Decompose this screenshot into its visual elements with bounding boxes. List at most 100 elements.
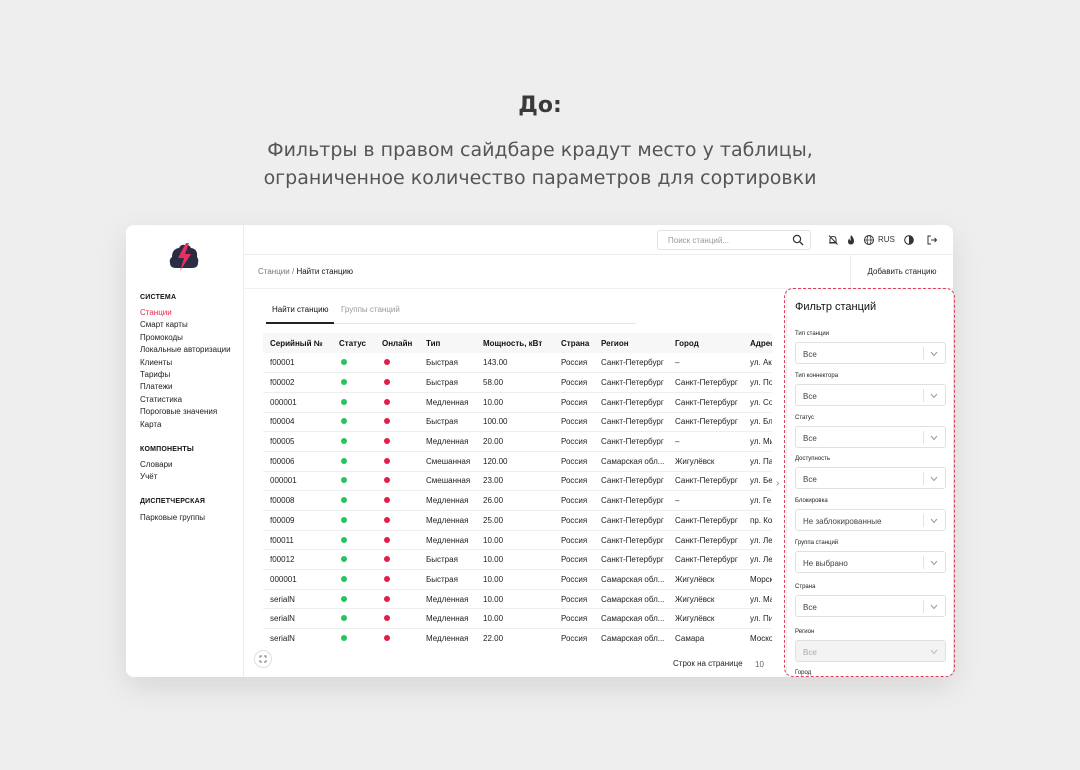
topbar: Поиск станций... RUS: [244, 225, 953, 255]
cell-type: Быстрая: [419, 569, 476, 590]
chevron-down-icon: [930, 351, 938, 357]
col-status[interactable]: Статус: [332, 333, 375, 353]
logout-icon[interactable]: [926, 234, 938, 246]
cell-country: Россия: [554, 530, 594, 551]
filter-select-status[interactable]: Все: [795, 425, 946, 448]
cell-address: ул. По: [743, 372, 772, 393]
sidebar-item-smart-cards[interactable]: Смарт карты: [140, 319, 231, 331]
sidebar-item-tariffs[interactable]: Тарифы: [140, 369, 231, 381]
cell-type: Смешанная: [419, 451, 476, 472]
filter-select-value: Не выбрано: [803, 559, 848, 568]
search-icon[interactable]: [792, 234, 804, 246]
status-dot: [341, 595, 347, 602]
table-row[interactable]: f00001 Быстрая 143.00 Россия Санкт-Петербург…: [263, 353, 772, 374]
flame-icon[interactable]: [845, 234, 857, 246]
col-online[interactable]: Онлайн: [375, 333, 419, 353]
table-row[interactable]: serialN Медленная 10.00 Россия Самарская обл…: [263, 608, 772, 630]
col-type[interactable]: Тип: [419, 333, 476, 353]
status-dot: [341, 438, 347, 445]
cell-region: Санкт-Петербург: [594, 392, 668, 413]
sidebar-item-statistics[interactable]: Статистика: [140, 394, 231, 406]
filter-select-connector-type[interactable]: Все: [795, 383, 946, 406]
filter-label-connector-type: Тип коннектора: [795, 372, 839, 379]
brand-logo[interactable]: [166, 241, 202, 273]
status-dot: [341, 477, 347, 484]
filter-label-region: Регион: [795, 628, 815, 635]
cell-address: ул. Па: [743, 451, 772, 472]
theme-toggle-icon[interactable]: [903, 234, 915, 246]
table-row[interactable]: 000001 Смешанная 23.00 Россия Санкт-Петербур…: [263, 471, 772, 492]
cell-type: Медленная: [419, 628, 476, 648]
online-dot: [384, 477, 390, 484]
cell-country: Россия: [554, 372, 594, 393]
table-row[interactable]: f00005 Медленная 20.00 Россия Санкт-Петербур…: [263, 431, 772, 452]
col-address[interactable]: Адрес: [743, 333, 772, 353]
cell-type: Медленная: [419, 431, 476, 452]
table-row[interactable]: f00002 Быстрая 58.00 Россия Санкт-Петербург С…: [263, 372, 772, 393]
tab-find-station[interactable]: Найти станцию: [272, 305, 329, 314]
sidebar-item-clients[interactable]: Клиенты: [140, 357, 231, 369]
expand-icon: [259, 655, 267, 663]
sidebar-item-payments[interactable]: Платежи: [140, 381, 231, 393]
cell-serial: f00005: [263, 431, 332, 452]
online-dot: [384, 634, 390, 641]
sidebar-item-park-groups[interactable]: Парковые группы: [140, 512, 205, 524]
bell-off-icon[interactable]: [827, 234, 839, 246]
status-dot: [341, 379, 347, 386]
collapse-filter-chevron-icon[interactable]: ›: [776, 478, 779, 489]
col-serial[interactable]: Серийный №: [263, 333, 332, 353]
table-row[interactable]: f00008 Медленная 26.00 Россия Санкт-Петербур…: [263, 490, 772, 511]
add-station-button[interactable]: Добавить станцию: [850, 255, 953, 289]
table-row[interactable]: 000001 Быстрая 10.00 Россия Самарская обл...…: [263, 569, 772, 590]
cell-address: Морск: [743, 569, 772, 590]
sidebar-item-thresholds[interactable]: Пороговые значения: [140, 406, 231, 418]
col-region[interactable]: Регион: [594, 333, 668, 353]
cell-city: Жигулёвск: [668, 569, 743, 590]
sidebar-item-promocodes[interactable]: Промокоды: [140, 332, 231, 344]
cell-status: [332, 431, 375, 452]
sidebar-item-local-auth[interactable]: Локальные авторизации: [140, 344, 231, 356]
filter-select-separator: [923, 556, 924, 569]
filter-select-station-group[interactable]: Не выбрано: [795, 551, 946, 573]
table-row[interactable]: f00012 Быстрая 10.00 Россия Санкт-Петербург С…: [263, 549, 772, 571]
search-input[interactable]: Поиск станций...: [657, 230, 811, 250]
filter-select-blocking[interactable]: Не заблокированные: [795, 509, 946, 532]
filter-select-separator: [923, 514, 924, 528]
sidebar-item-stations[interactable]: Станции: [140, 307, 231, 319]
table-row[interactable]: f00011 Медленная 10.00 Россия Санкт-Петербур…: [263, 530, 772, 551]
status-dot: [341, 556, 347, 563]
breadcrumb-root[interactable]: Станции: [258, 267, 290, 276]
table-row[interactable]: 000001 Медленная 10.00 Россия Санкт-Петербур…: [263, 392, 772, 413]
nav-section-system: СИСТЕМА: [140, 294, 177, 301]
col-country[interactable]: Страна: [554, 333, 594, 353]
col-power[interactable]: Мощность, кВт: [476, 333, 554, 353]
table-row[interactable]: f00004 Быстрая 100.00 Россия Санкт-Петербург…: [263, 412, 772, 433]
expand-button[interactable]: [254, 650, 272, 668]
col-city[interactable]: Город: [668, 333, 743, 353]
table-row[interactable]: f00006 Смешанная 120.00 Россия Самарская обл…: [263, 451, 772, 472]
cell-country: Россия: [554, 431, 594, 452]
filter-select-country[interactable]: Все: [795, 594, 946, 617]
filter-select-station-type[interactable]: Все: [795, 342, 946, 364]
sidebar-item-dictionaries[interactable]: Словари: [140, 459, 173, 471]
rows-per-page-select[interactable]: 10: [755, 660, 764, 669]
cell-power: 10.00: [476, 608, 554, 630]
cell-city: –: [668, 353, 743, 374]
language-switch[interactable]: RUS: [878, 235, 895, 244]
cell-power: 100.00: [476, 412, 554, 433]
tab-station-groups[interactable]: Группы станций: [341, 305, 400, 314]
cell-power: 58.00: [476, 372, 554, 393]
table-row[interactable]: f00009 Медленная 25.00 Россия Санкт-Петербур…: [263, 510, 772, 531]
filter-select-availability[interactable]: Все: [795, 467, 946, 490]
globe-icon[interactable]: [863, 234, 875, 246]
cell-address: ул. Пи: [743, 608, 772, 630]
cell-region: Санкт-Петербург: [594, 353, 668, 374]
sidebar-item-accounting[interactable]: Учёт: [140, 471, 173, 483]
cell-address: ул. Ак: [743, 353, 772, 374]
cell-region: Самарская обл...: [594, 451, 668, 472]
table-row[interactable]: serialN Медленная 10.00 Россия Самарская обл…: [263, 589, 772, 610]
sidebar-item-map[interactable]: Карта: [140, 419, 231, 431]
filter-select-region: Все: [795, 639, 946, 662]
table-row[interactable]: serialN Медленная 22.00 Россия Самарская обл…: [263, 628, 772, 648]
cell-city: Жигулёвск: [668, 589, 743, 610]
